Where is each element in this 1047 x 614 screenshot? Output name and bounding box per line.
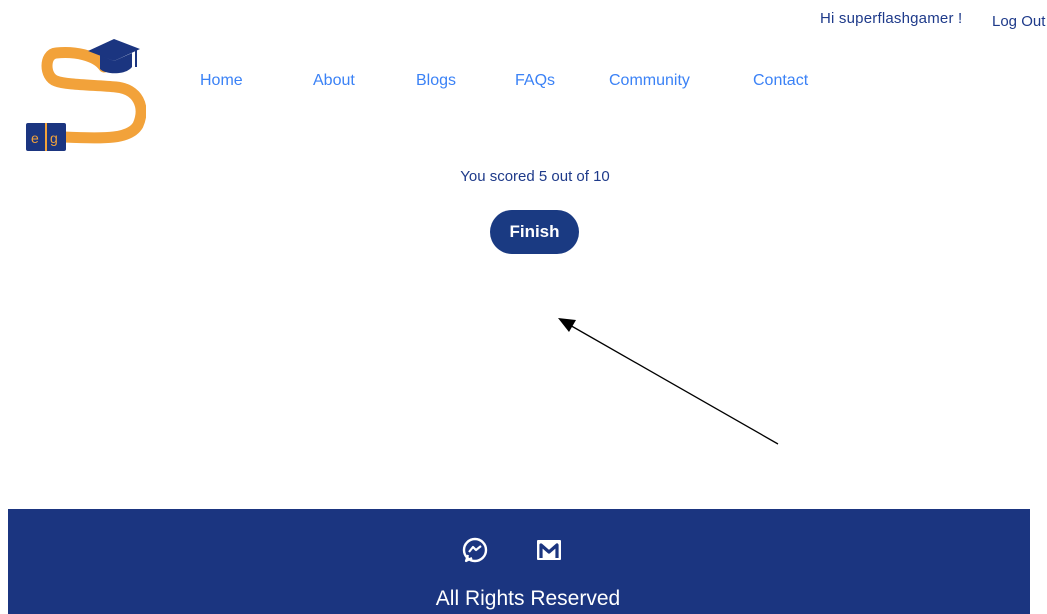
user-greeting: Hi superflashgamer ! (820, 10, 963, 27)
score-text: You scored 5 out of 10 (460, 168, 610, 185)
messenger-icon[interactable] (460, 535, 490, 565)
site-footer: All Rights Reserved (8, 509, 1030, 614)
nav-home[interactable]: Home (200, 72, 243, 90)
annotation-arrow-icon (558, 318, 779, 445)
nav-community[interactable]: Community (609, 72, 690, 90)
logout-link[interactable]: Log Out (992, 13, 1045, 30)
copyright-text: All Rights Reserved (435, 587, 621, 610)
nav-about[interactable]: About (313, 72, 355, 90)
svg-text:g: g (50, 130, 58, 146)
gmail-icon[interactable] (534, 535, 564, 565)
nav-faqs[interactable]: FAQs (515, 72, 555, 90)
finish-button[interactable]: Finish (490, 210, 579, 254)
social-links (460, 535, 564, 565)
nav-blogs[interactable]: Blogs (416, 72, 456, 90)
page: Hi superflashgamer ! Log Out e g Home Ab… (0, 0, 1047, 614)
svg-text:e: e (31, 130, 39, 146)
nav-contact[interactable]: Contact (753, 72, 808, 90)
site-logo[interactable]: e g (26, 37, 146, 157)
